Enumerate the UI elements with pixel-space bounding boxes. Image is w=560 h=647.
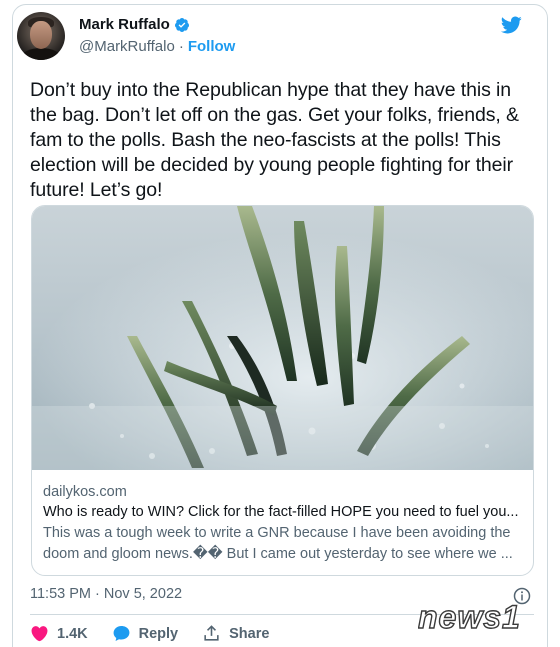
link-title: Who is ready to WIN? Click for the fact-… — [43, 504, 519, 520]
author-handle-row: @MarkRuffalo · Follow — [79, 38, 235, 55]
author-name-row: Mark Ruffalo — [79, 16, 190, 33]
author-name[interactable]: Mark Ruffalo — [79, 16, 170, 33]
author-handle[interactable]: @MarkRuffalo — [79, 38, 175, 55]
reply-button[interactable]: Reply — [112, 624, 179, 643]
verified-badge-icon — [174, 17, 189, 32]
link-card[interactable]: dailykos.com Who is ready to WIN? Click … — [31, 205, 534, 576]
heart-icon — [31, 626, 48, 642]
link-description: This was a tough week to write a GNR bec… — [43, 525, 513, 562]
share-label: Share — [229, 625, 270, 642]
reply-icon — [113, 625, 130, 642]
link-domain: dailykos.com — [43, 484, 127, 500]
like-button[interactable]: 1.4K — [30, 624, 88, 643]
reply-label: Reply — [138, 625, 179, 642]
tweet-timestamp[interactable]: 11:53 PM · Nov 5, 2022 — [30, 586, 182, 602]
twitter-bird-icon[interactable] — [499, 14, 523, 36]
tweet-header: Mark Ruffalo @MarkRuffalo · Follow — [17, 12, 527, 62]
share-button[interactable]: Share — [202, 624, 269, 643]
follow-button[interactable]: Follow — [188, 38, 236, 55]
link-card-info[interactable]: dailykos.com Who is ready to WIN? Click … — [32, 470, 533, 575]
avatar[interactable] — [17, 12, 65, 60]
share-icon — [204, 625, 219, 641]
separator-dot: · — [178, 38, 184, 55]
watermark-text: news1 — [418, 599, 521, 635]
news1-watermark-logo: news1 — [418, 598, 521, 635]
link-card-image[interactable] — [32, 206, 534, 470]
tweet-actions: 1.4K Reply Share — [30, 624, 293, 643]
tweet-text: Don’t buy into the Republican hype that … — [30, 79, 519, 201]
like-count: 1.4K — [57, 625, 88, 642]
